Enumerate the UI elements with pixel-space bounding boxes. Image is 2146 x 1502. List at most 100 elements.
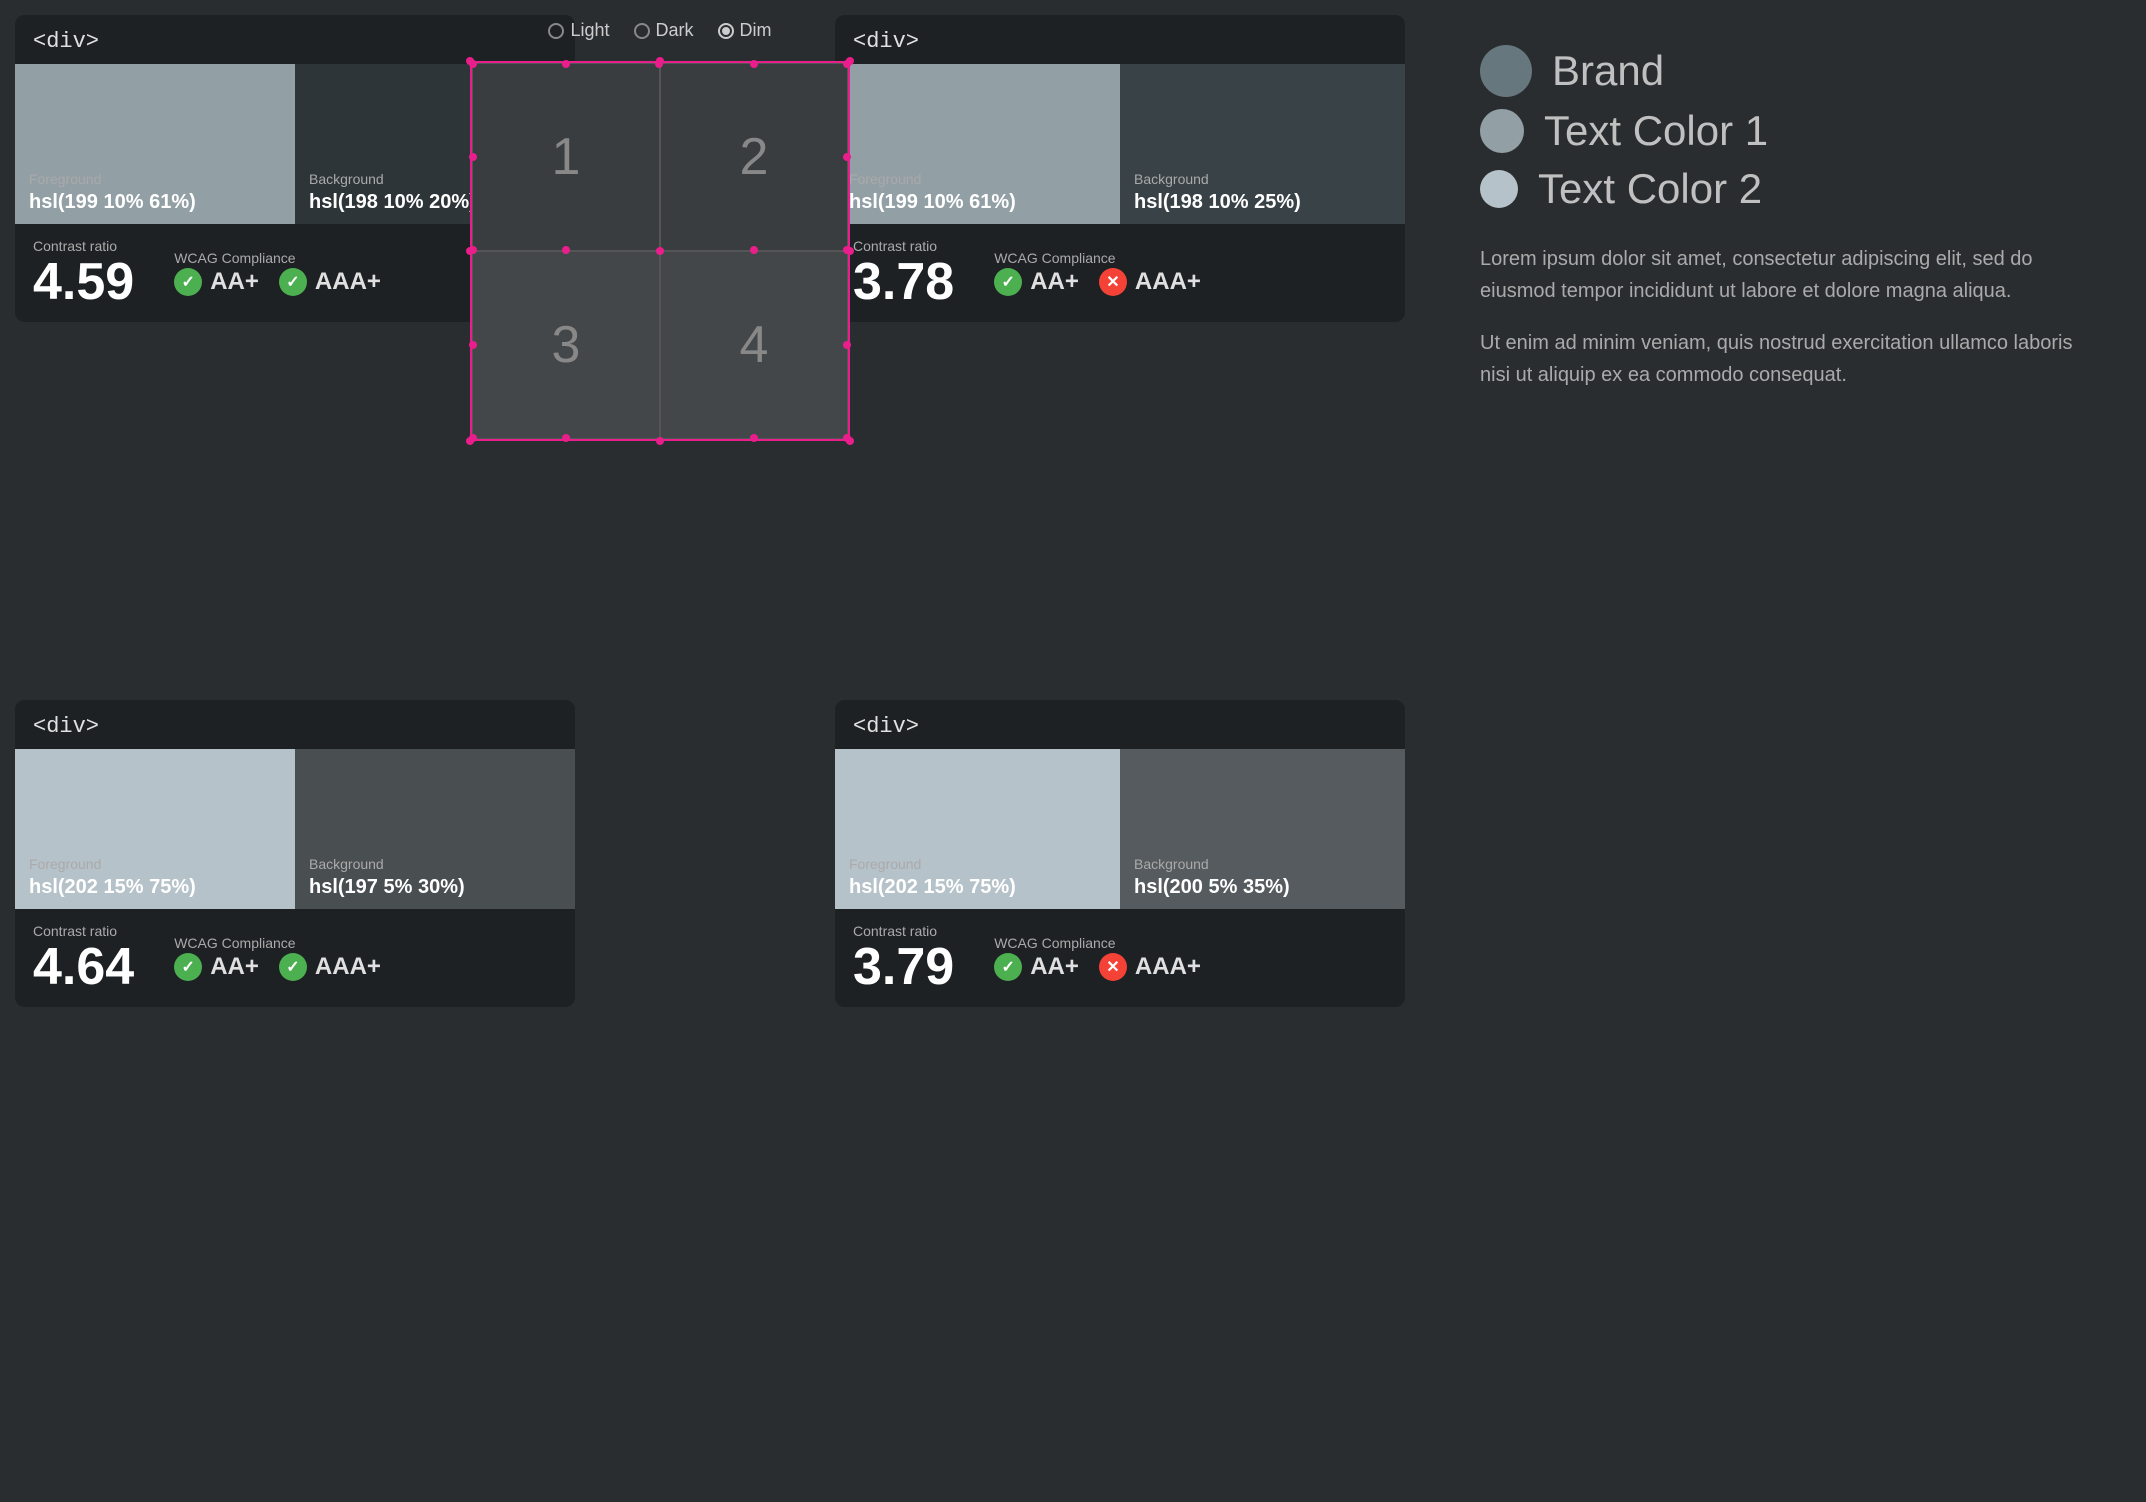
wcag-aa-br: ✓ AA+	[994, 953, 1079, 981]
theme-selector[interactable]: Light Dark Dim	[548, 20, 771, 41]
wcag-aa-label-br: AA+	[1030, 953, 1079, 981]
grid-cell-1: 1	[472, 63, 660, 251]
swatch-bg-bl: Background hsl(197 5% 30%)	[295, 749, 575, 909]
cell3-handle-bl[interactable]	[469, 434, 477, 442]
wcag-aaa-bl: ✓ AAA+	[279, 953, 381, 981]
panel-bl-title: <div>	[15, 700, 575, 749]
bg-label-br: Background	[1134, 856, 1391, 872]
cell4-handle-bm[interactable]	[750, 434, 758, 442]
wcag-badges-tl: ✓ AA+ ✓ AAA+	[174, 268, 381, 296]
swatch-bg-tr: Background hsl(198 10% 25%)	[1120, 64, 1405, 224]
theme-option-dark[interactable]: Dark	[634, 20, 694, 41]
wcag-aa-bl: ✓ AA+	[174, 953, 259, 981]
handle-mm[interactable]	[656, 247, 664, 255]
fg-value-tl: hsl(199 10% 61%)	[29, 191, 281, 214]
brand-label: Brand	[1552, 47, 1664, 95]
legend-brand: Brand	[1480, 45, 2100, 97]
cell3-handle-bm[interactable]	[562, 434, 570, 442]
wcag-tr: WCAG Compliance ✓ AA+ ✕ AAA+	[994, 250, 1201, 296]
wcag-aa-icon-br: ✓	[994, 953, 1022, 981]
fg-label-bl: Foreground	[29, 856, 281, 872]
contrast-label-tl: Contrast ratio	[33, 238, 134, 254]
cell-number-1: 1	[552, 127, 581, 187]
wcag-aaa-icon-br: ✕	[1099, 953, 1127, 981]
panel-bottom-right: <div> Foreground hsl(202 15% 75%) Backgr…	[835, 700, 1405, 1007]
brand-circle	[1480, 45, 1532, 97]
cell3-handle-ml[interactable]	[469, 341, 477, 349]
contrast-label-br: Contrast ratio	[853, 923, 954, 939]
legend-text2: Text Color 2	[1480, 165, 2100, 213]
wcag-aaa-tl: ✓ AAA+	[279, 268, 381, 296]
bg-value-tr: hsl(198 10% 25%)	[1134, 191, 1391, 214]
text1-circle	[1480, 109, 1524, 153]
wcag-label-bl: WCAG Compliance	[174, 935, 381, 951]
cell1-handle-tr[interactable]	[655, 60, 663, 68]
swatch-fg-tl: Foreground hsl(199 10% 61%)	[15, 64, 295, 224]
radio-dark[interactable]	[634, 23, 650, 39]
stats-bl: Contrast ratio 4.64 WCAG Compliance ✓ AA…	[15, 909, 575, 1007]
wcag-aaa-br: ✕ AAA+	[1099, 953, 1201, 981]
swatch-fg-bl: Foreground hsl(202 15% 75%)	[15, 749, 295, 909]
bg-value-bl: hsl(197 5% 30%)	[309, 876, 561, 899]
panel-tr-title: <div>	[835, 15, 1405, 64]
text2-circle	[1480, 170, 1518, 208]
cell1-handle-bm[interactable]	[562, 246, 570, 254]
cell1-handle-bl[interactable]	[469, 246, 477, 254]
contrast-tl: Contrast ratio 4.59	[33, 238, 134, 308]
bg-label-tr: Background	[1134, 171, 1391, 187]
fg-value-br: hsl(202 15% 75%)	[849, 876, 1106, 899]
cell4-handle-br[interactable]	[843, 434, 851, 442]
swatch-fg-br: Foreground hsl(202 15% 75%)	[835, 749, 1120, 909]
cell-number-4: 4	[740, 315, 769, 375]
theme-dark-label: Dark	[656, 20, 694, 41]
contrast-value-bl: 4.64	[33, 941, 134, 993]
fg-label-tr: Foreground	[849, 171, 1106, 187]
handle-bm[interactable]	[656, 437, 664, 445]
cell-number-3: 3	[552, 315, 581, 375]
cell1-handle-ml[interactable]	[469, 153, 477, 161]
stats-br: Contrast ratio 3.79 WCAG Compliance ✓ AA…	[835, 909, 1405, 1007]
theme-light-label: Light	[570, 20, 609, 41]
cell2-handle-mr[interactable]	[843, 153, 851, 161]
wcag-aaa-label-br: AAA+	[1135, 953, 1201, 981]
lorem-paragraph-2: Ut enim ad minim veniam, quis nostrud ex…	[1480, 327, 2100, 391]
grid-cell-2: 2	[660, 63, 848, 251]
grid-cell-4: 4	[660, 251, 848, 439]
wcag-tl: WCAG Compliance ✓ AA+ ✓ AAA+	[174, 250, 381, 296]
cell1-handle-tm[interactable]	[562, 60, 570, 68]
cell1-handle-tl[interactable]	[469, 60, 477, 68]
text1-label: Text Color 1	[1544, 107, 1768, 155]
bg-value-br: hsl(200 5% 35%)	[1134, 876, 1391, 899]
cell-number-2: 2	[740, 127, 769, 187]
wcag-aaa-label-tl: AAA+	[315, 268, 381, 296]
panel-bottom-left: <div> Foreground hsl(202 15% 75%) Backgr…	[15, 700, 575, 1007]
grid-container: 1 2 3	[470, 61, 850, 441]
cell2-handle-tr[interactable]	[843, 60, 851, 68]
contrast-label-bl: Contrast ratio	[33, 923, 134, 939]
wcag-aaa-icon-tr: ✕	[1099, 268, 1127, 296]
wcag-label-br: WCAG Compliance	[994, 935, 1201, 951]
panel-br-title: <div>	[835, 700, 1405, 749]
wcag-aa-label-tr: AA+	[1030, 268, 1079, 296]
wcag-aaa-icon-tl: ✓	[279, 268, 307, 296]
cell2-handle-bm[interactable]	[750, 246, 758, 254]
wcag-aaa-icon-bl: ✓	[279, 953, 307, 981]
wcag-aa-tl: ✓ AA+	[174, 268, 259, 296]
theme-option-dim[interactable]: Dim	[718, 20, 772, 41]
theme-option-light[interactable]: Light	[548, 20, 609, 41]
wcag-badges-br: ✓ AA+ ✕ AAA+	[994, 953, 1201, 981]
text2-label: Text Color 2	[1538, 165, 1762, 213]
wcag-badges-tr: ✓ AA+ ✕ AAA+	[994, 268, 1201, 296]
radio-dim[interactable]	[718, 23, 734, 39]
cell2-handle-br[interactable]	[843, 246, 851, 254]
wcag-aa-icon-bl: ✓	[174, 953, 202, 981]
wcag-label-tr: WCAG Compliance	[994, 250, 1201, 266]
grid-cell-3: 3	[472, 251, 660, 439]
radio-light[interactable]	[548, 23, 564, 39]
wcag-aaa-tr: ✕ AAA+	[1099, 268, 1201, 296]
wcag-aa-label-bl: AA+	[210, 953, 259, 981]
contrast-br: Contrast ratio 3.79	[853, 923, 954, 993]
cell4-handle-mr[interactable]	[843, 341, 851, 349]
cell2-handle-tm[interactable]	[750, 60, 758, 68]
fg-value-bl: hsl(202 15% 75%)	[29, 876, 281, 899]
